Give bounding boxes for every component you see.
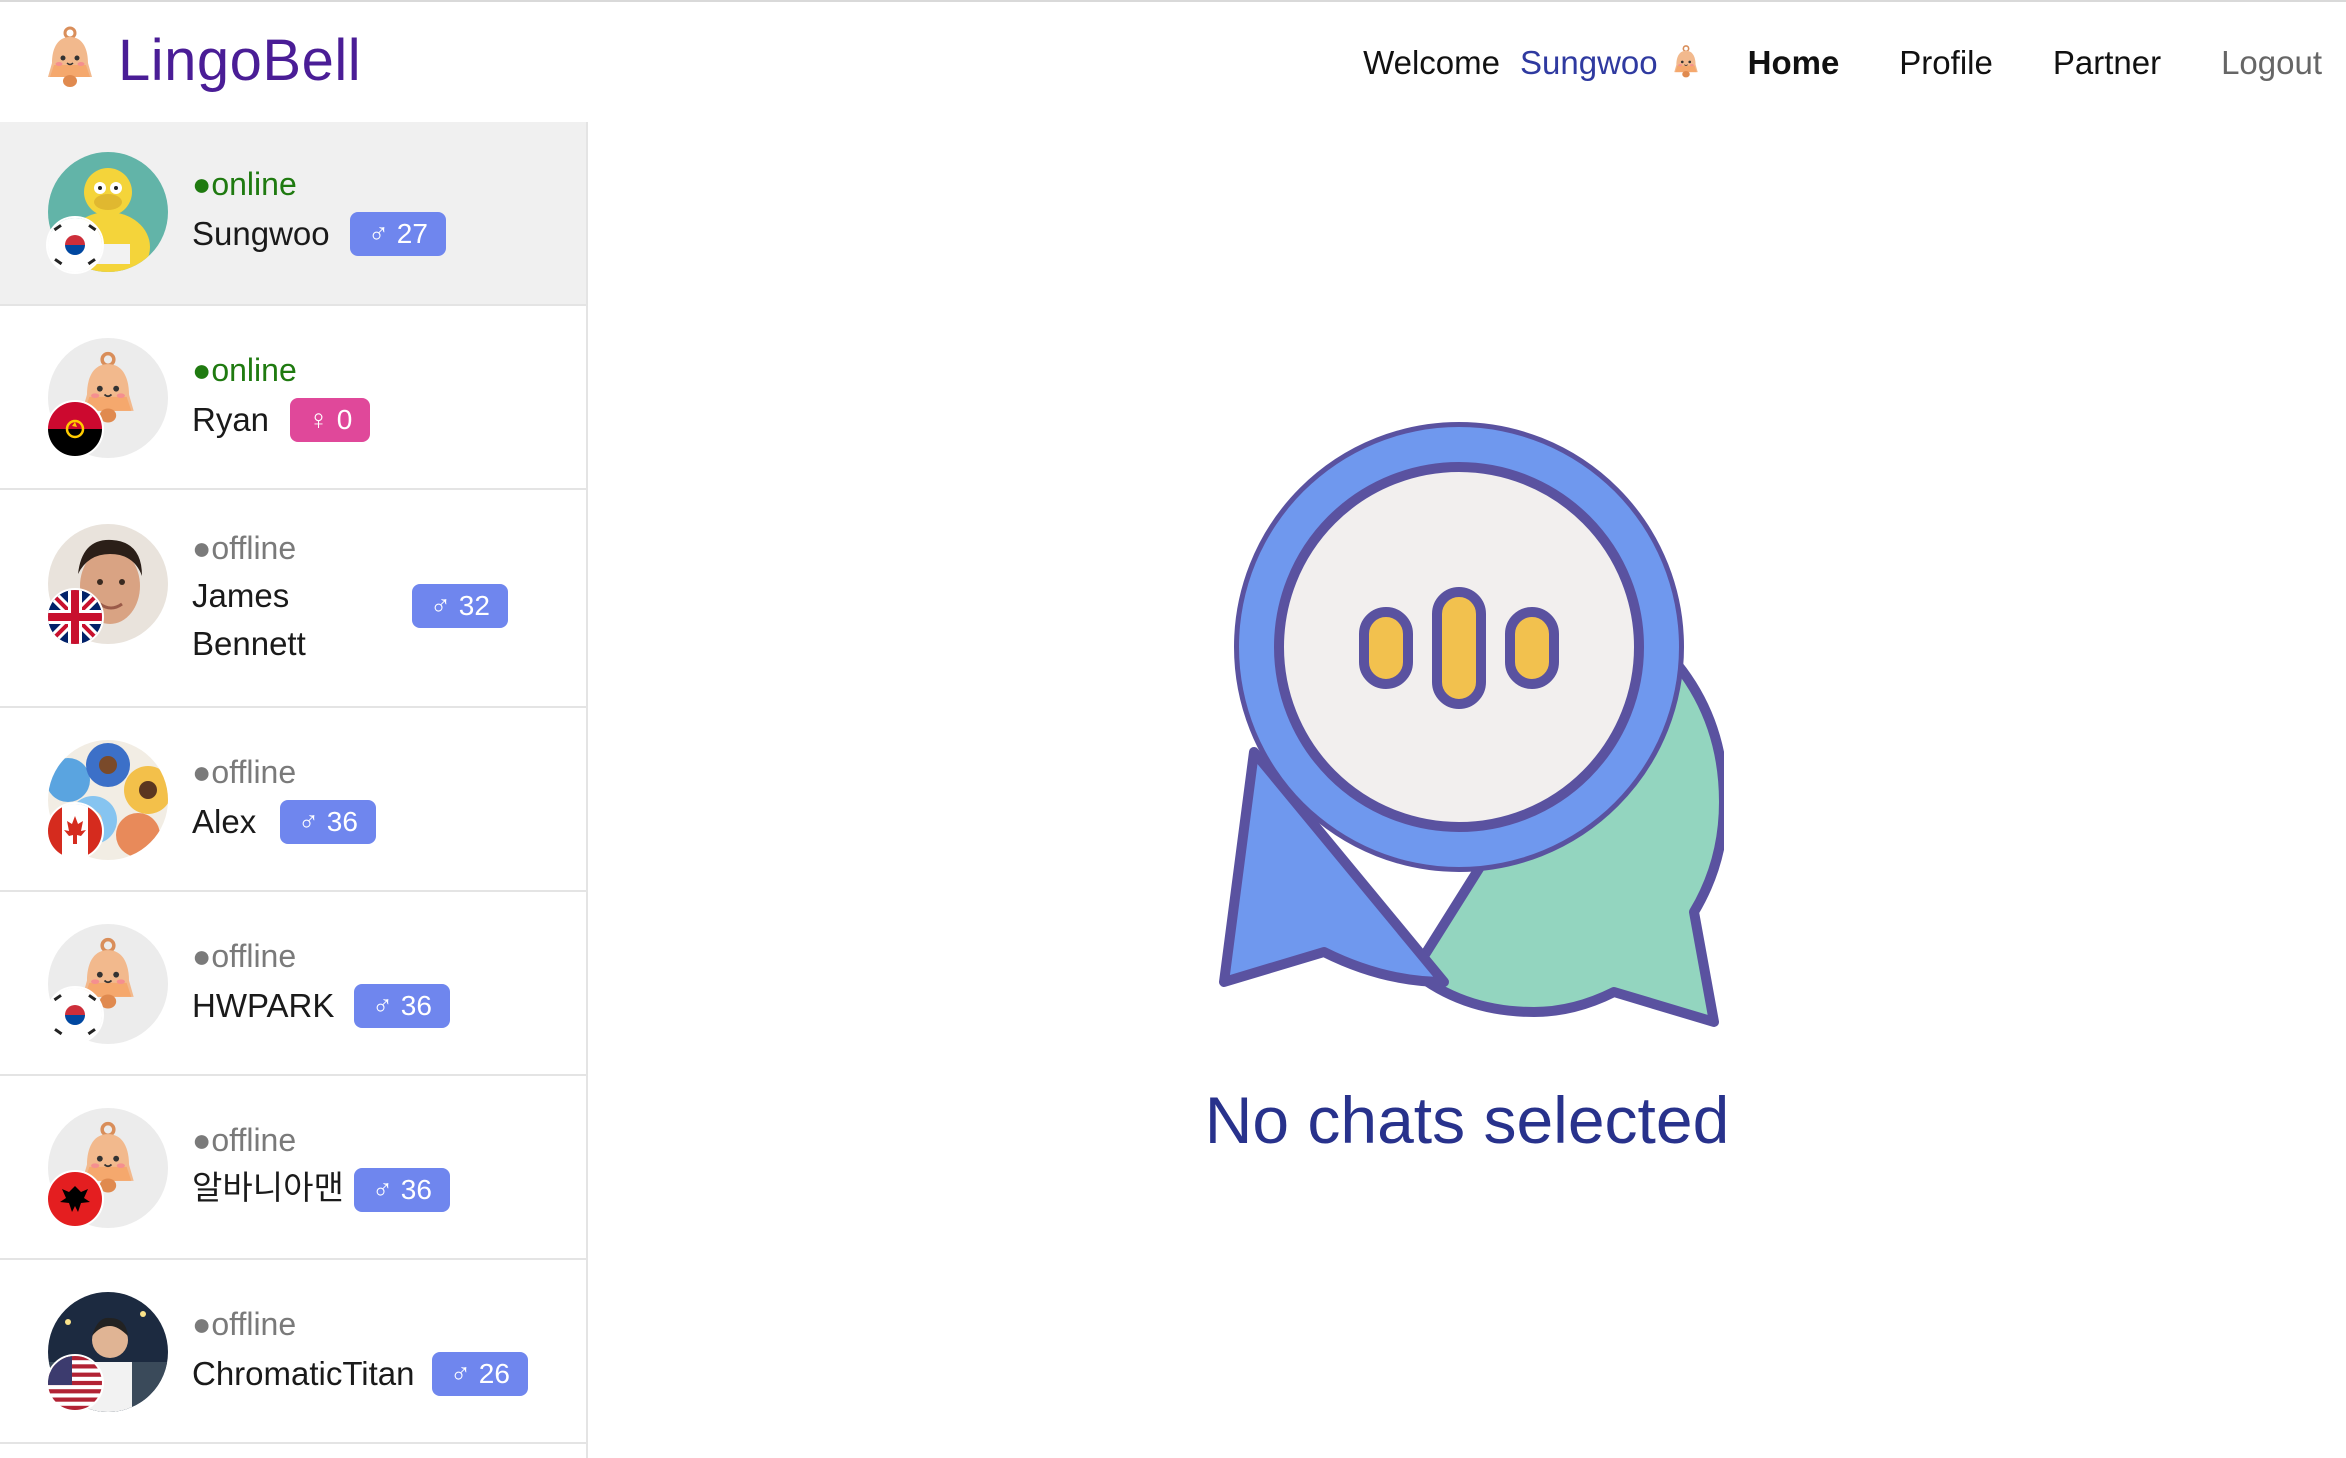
nav-menu: Welcome Sungwoo Home Profile Partner Log…	[1363, 36, 2322, 90]
nav-home-link[interactable]: Home	[1748, 44, 1840, 82]
angola-flag-icon	[46, 400, 104, 458]
gender-age-badge: ♀ 0	[290, 398, 371, 442]
offline-status: ●offline	[192, 530, 297, 566]
empty-state-message: No chats selected	[1204, 1083, 1730, 1157]
united-kingdom-flag-icon	[46, 588, 104, 646]
online-status: ●online	[192, 166, 297, 202]
canada-flag-icon	[46, 802, 104, 860]
south-korea-flag-icon	[46, 986, 104, 1044]
contact-item-albaniaman[interactable]: ●offline 알바니아맨 ♂ 36	[0, 1076, 586, 1260]
welcome-user-name: Sungwoo	[1520, 44, 1658, 81]
gender-age-badge: ♂ 36	[280, 800, 376, 844]
contact-name: 알바니아맨	[192, 1169, 344, 1206]
gender-age-badge: ♂ 26	[432, 1352, 528, 1396]
chat-area: No chats selected	[588, 122, 2346, 1458]
nav-partner-link[interactable]: Partner	[2053, 44, 2161, 82]
contact-name-first: James	[192, 577, 290, 614]
contact-item-sungwoo[interactable]: ●online Sungwoo ♂ 27	[0, 122, 586, 306]
contact-item-chromatictitan[interactable]: ●offline ChromaticTitan ♂ 26	[0, 1260, 586, 1444]
online-status: ●online	[192, 352, 297, 388]
gender-age-badge: ♂ 36	[354, 1168, 450, 1212]
offline-status: ●offline	[192, 938, 297, 974]
albania-flag-icon	[46, 1170, 104, 1228]
contact-item-james-bennett[interactable]: ●offline James Bennett ♂ 32	[0, 490, 586, 708]
nav-logout-link[interactable]: Logout	[2221, 44, 2322, 82]
bell-logo-icon	[40, 25, 100, 95]
welcome-label: Welcome	[1363, 44, 1500, 81]
nav-profile-link[interactable]: Profile	[1899, 44, 1993, 82]
south-korea-flag-icon	[46, 216, 104, 274]
chat-bubbles-icon	[1219, 422, 1724, 1027]
bell-mascot-icon	[1670, 44, 1702, 82]
app-name: LingoBell	[118, 27, 362, 93]
top-navigation-bar: LingoBell Welcome Sungwoo Home Profile P…	[0, 2, 2346, 120]
contact-item-alex[interactable]: ●offline Alex ♂ 36	[0, 708, 586, 892]
contact-name: HWPARK	[192, 987, 335, 1024]
contact-name-last: Bennett	[192, 625, 306, 662]
offline-status: ●offline	[192, 1122, 297, 1158]
offline-status: ●offline	[192, 754, 297, 790]
offline-status: ●offline	[192, 1306, 297, 1342]
contact-item-hwpark[interactable]: ●offline HWPARK ♂ 36	[0, 892, 586, 1076]
contact-list-sidebar[interactable]: ●online Sungwoo ♂ 27 ●online Ryan ♀ 0 ●o…	[0, 122, 588, 1458]
contact-name: ChromaticTitan	[192, 1355, 415, 1392]
united-states-flag-icon	[46, 1354, 104, 1412]
contact-name: Sungwoo	[192, 215, 330, 252]
gender-age-badge: ♂ 36	[354, 984, 450, 1028]
contact-name: Alex	[192, 803, 257, 840]
gender-age-badge: ♂ 27	[350, 212, 446, 256]
contact-item-ryan[interactable]: ●online Ryan ♀ 0	[0, 306, 586, 490]
app-logo[interactable]: LingoBell	[40, 24, 361, 96]
contact-name: Ryan	[192, 401, 270, 438]
gender-age-badge: ♂ 32	[412, 584, 508, 628]
